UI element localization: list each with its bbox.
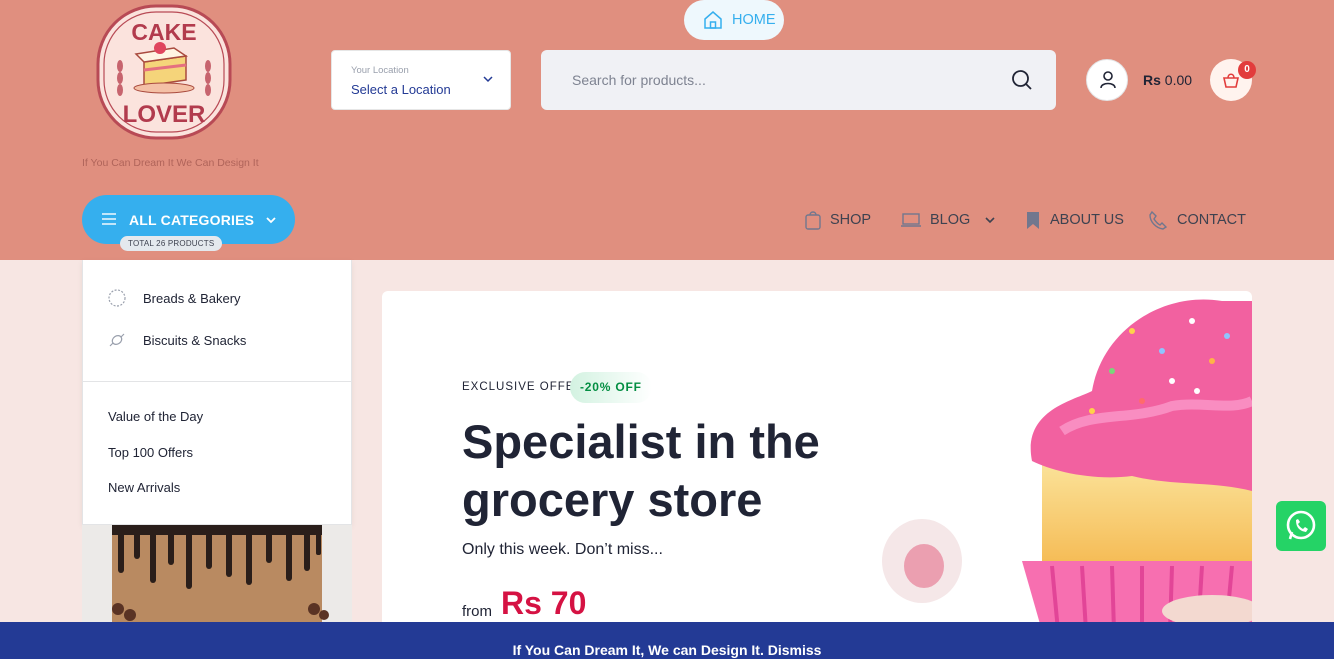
product-count-badge: TOTAL 26 PRODUCTS — [120, 236, 223, 251]
search-icon[interactable] — [1011, 69, 1033, 91]
tagline: If You Can Dream It We Can Design It — [82, 157, 259, 169]
divider — [83, 381, 351, 382]
from-label: from — [462, 603, 492, 620]
site-header: CAKE LOVER If You Can Dream It We Can De… — [0, 0, 1334, 260]
link-top-100-offers[interactable]: Top 100 Offers — [108, 445, 193, 460]
hero-price: Rs 70 — [501, 585, 587, 621]
wheat-left-icon — [117, 60, 123, 96]
category-breads-bakery[interactable]: Breads & Bakery — [107, 288, 241, 308]
link-new-arrivals[interactable]: New Arrivals — [108, 480, 180, 495]
whatsapp-button[interactable] — [1276, 501, 1326, 551]
location-value: Select a Location — [351, 82, 451, 97]
user-icon — [1100, 71, 1116, 89]
chevron-down-icon — [483, 76, 493, 83]
hero-title: Specialist in the grocery store — [462, 415, 820, 526]
logo[interactable]: CAKE LOVER — [94, 4, 234, 140]
all-categories-label: ALL CATEGORIES — [129, 212, 255, 228]
nav-blog[interactable]: BLOG — [900, 200, 1004, 240]
store-notice-text[interactable]: If You Can Dream It, We can Design It. D… — [513, 642, 822, 658]
category-label: Biscuits & Snacks — [143, 332, 247, 348]
chevron-down-icon — [985, 217, 995, 224]
nav-home[interactable]: HOME — [684, 0, 784, 40]
discount-badge: -20% OFF — [570, 372, 652, 403]
link-value-of-the-day[interactable]: Value of the Day — [108, 409, 203, 424]
nav-about-label: ABOUT US — [1050, 212, 1124, 228]
currency-label: Rs — [1143, 72, 1161, 88]
category-label: Breads & Bakery — [143, 290, 241, 306]
chevron-down-icon — [266, 217, 276, 224]
nav-contact-label: CONTACT — [1177, 212, 1247, 228]
candy-icon — [109, 333, 125, 347]
cake-banner-image[interactable] — [82, 525, 352, 625]
wheat-right-icon — [205, 60, 211, 96]
all-categories-button[interactable]: ALL CATEGORIES TOTAL 26 PRODUCTS — [82, 195, 295, 251]
phone-icon — [1149, 210, 1168, 230]
bookmark-icon — [1027, 212, 1039, 229]
offer-label: EXCLUSIVE OFFER — [462, 381, 584, 393]
menu-icon — [102, 213, 116, 225]
cart-count-badge: 0 — [1238, 61, 1256, 79]
search-input[interactable] — [541, 50, 996, 110]
cart-amount: 0.00 — [1164, 72, 1193, 88]
location-label: Your Location — [351, 65, 409, 76]
location-selector[interactable]: Your Location Select a Location — [331, 50, 511, 110]
nav-shop[interactable]: SHOP — [804, 200, 871, 240]
bread-icon — [108, 289, 126, 307]
home-icon — [704, 11, 722, 29]
category-biscuits-snacks[interactable]: Biscuits & Snacks — [107, 330, 246, 350]
nav-about[interactable]: ABOUT US — [1024, 200, 1124, 240]
hero-banner[interactable]: EXCLUSIVE OFFER -20% OFF Specialist in t… — [382, 291, 1252, 631]
logo-top-text: CAKE — [131, 19, 196, 45]
nav-home-label: HOME — [732, 12, 776, 28]
search-bar — [541, 50, 1056, 110]
cart-total[interactable]: Rs 0.00 — [1143, 72, 1192, 88]
laptop-icon — [901, 213, 921, 227]
shop-icon — [805, 211, 821, 230]
categories-dropdown: Breads & Bakery Biscuits & Snacks Value … — [82, 260, 352, 525]
store-notice-bar: If You Can Dream It, We can Design It. D… — [0, 622, 1334, 659]
logo-bottom-text: LOVER — [123, 101, 206, 128]
account-button[interactable] — [1086, 59, 1128, 101]
whatsapp-icon — [1286, 510, 1316, 540]
nav-shop-label: SHOP — [830, 212, 872, 228]
hero-subtitle: Only this week. Don’t miss... — [462, 541, 663, 558]
nav-blog-label: BLOG — [930, 212, 971, 228]
nav-contact[interactable]: CONTACT — [1147, 200, 1246, 240]
cupcake-image — [882, 299, 1252, 631]
